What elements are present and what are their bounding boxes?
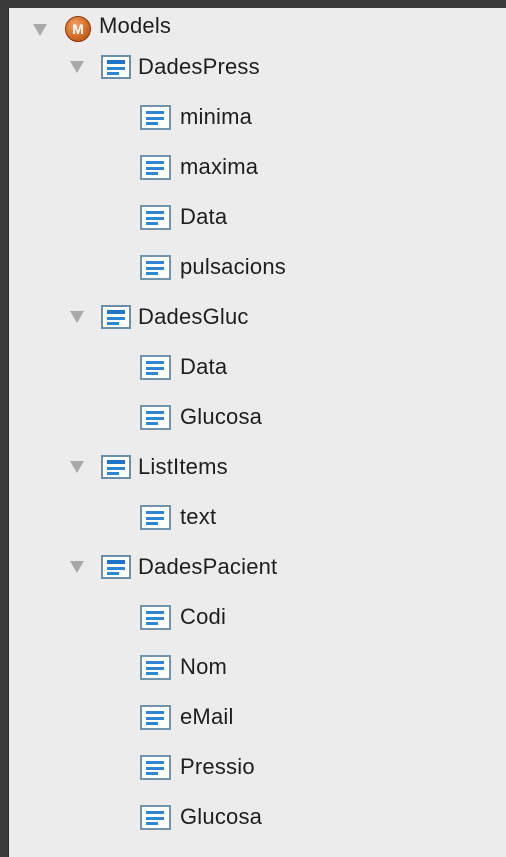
tree-node-property[interactable]: Glucosa — [9, 792, 506, 842]
tree-node-label: text — [180, 504, 217, 529]
tree-node-label: ListItems — [138, 454, 228, 479]
entity-icon — [101, 555, 131, 579]
tree-node-models[interactable]: M Models — [9, 8, 506, 42]
tree-node-property[interactable]: Nom — [9, 642, 506, 692]
property-icon — [140, 654, 171, 680]
tree-node-property[interactable]: pulsacions — [9, 242, 506, 292]
tree-node-entity[interactable]: DadesPress — [9, 42, 506, 92]
expand-triangle-icon[interactable] — [70, 311, 84, 323]
expand-triangle-icon[interactable] — [70, 561, 84, 573]
tree-node-label: DadesPacient — [138, 554, 278, 579]
tree-node-entity[interactable]: ListItems — [9, 442, 506, 492]
window-frame: M Models DadesPress minima maxima Data p… — [0, 0, 506, 857]
tree-node-property[interactable]: minima — [9, 92, 506, 142]
tree-node-property[interactable]: text — [9, 492, 506, 542]
tree-node-label: DadesPress — [138, 54, 260, 79]
tree-node-property[interactable]: Glucosa — [9, 392, 506, 442]
entity-icon — [101, 305, 131, 329]
entity-icon — [101, 55, 131, 79]
property-icon — [140, 504, 171, 530]
model-tree: M Models DadesPress minima maxima Data p… — [9, 8, 506, 842]
model-tree-panel: M Models DadesPress minima maxima Data p… — [8, 8, 506, 857]
tree-node-label: Nom — [180, 654, 228, 679]
expand-triangle-icon[interactable] — [33, 24, 47, 36]
tree-node-property[interactable]: Data — [9, 192, 506, 242]
property-icon — [140, 204, 171, 230]
property-icon — [140, 404, 171, 430]
tree-node-entity[interactable]: DadesPacient — [9, 542, 506, 592]
tree-node-property[interactable]: Data — [9, 342, 506, 392]
tree-node-label: Codi — [180, 604, 227, 629]
tree-node-label: DadesGluc — [138, 304, 249, 329]
model-m-icon: M — [65, 16, 91, 42]
tree-node-entity[interactable]: DadesGluc — [9, 292, 506, 342]
property-icon — [140, 154, 171, 180]
property-icon — [140, 604, 171, 630]
tree-node-property[interactable]: eMail — [9, 692, 506, 742]
expand-triangle-icon[interactable] — [70, 61, 84, 73]
tree-node-property[interactable]: maxima — [9, 142, 506, 192]
tree-node-property[interactable]: Pressio — [9, 742, 506, 792]
tree-node-label: pulsacions — [180, 254, 286, 279]
top-border — [0, 0, 506, 8]
tree-node-label: Pressio — [180, 754, 255, 779]
tree-node-label: Data — [180, 354, 228, 379]
tree-node-label: Glucosa — [180, 404, 263, 429]
expand-triangle-icon[interactable] — [70, 461, 84, 473]
tree-node-label: Models — [99, 13, 172, 38]
property-icon — [140, 254, 171, 280]
model-icon-letter: M — [72, 21, 84, 37]
property-icon — [140, 804, 171, 830]
property-icon — [140, 754, 171, 780]
tree-node-label: eMail — [180, 704, 234, 729]
property-icon — [140, 354, 171, 380]
entity-icon — [101, 455, 131, 479]
tree-node-label: maxima — [180, 154, 259, 179]
tree-node-label: minima — [180, 104, 253, 129]
tree-node-property[interactable]: Codi — [9, 592, 506, 642]
tree-node-label: Glucosa — [180, 804, 263, 829]
property-icon — [140, 704, 171, 730]
tree-node-label: Data — [180, 204, 228, 229]
property-icon — [140, 104, 171, 130]
